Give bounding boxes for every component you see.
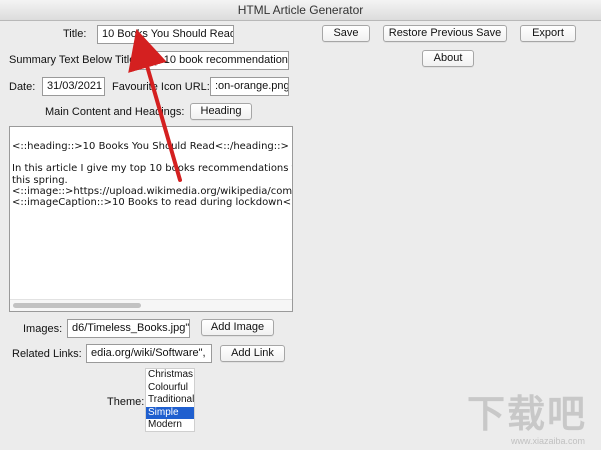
watermark-url: www.xiazaiba.com bbox=[510, 436, 585, 446]
watermark-logo: 下载吧 bbox=[466, 392, 587, 436]
